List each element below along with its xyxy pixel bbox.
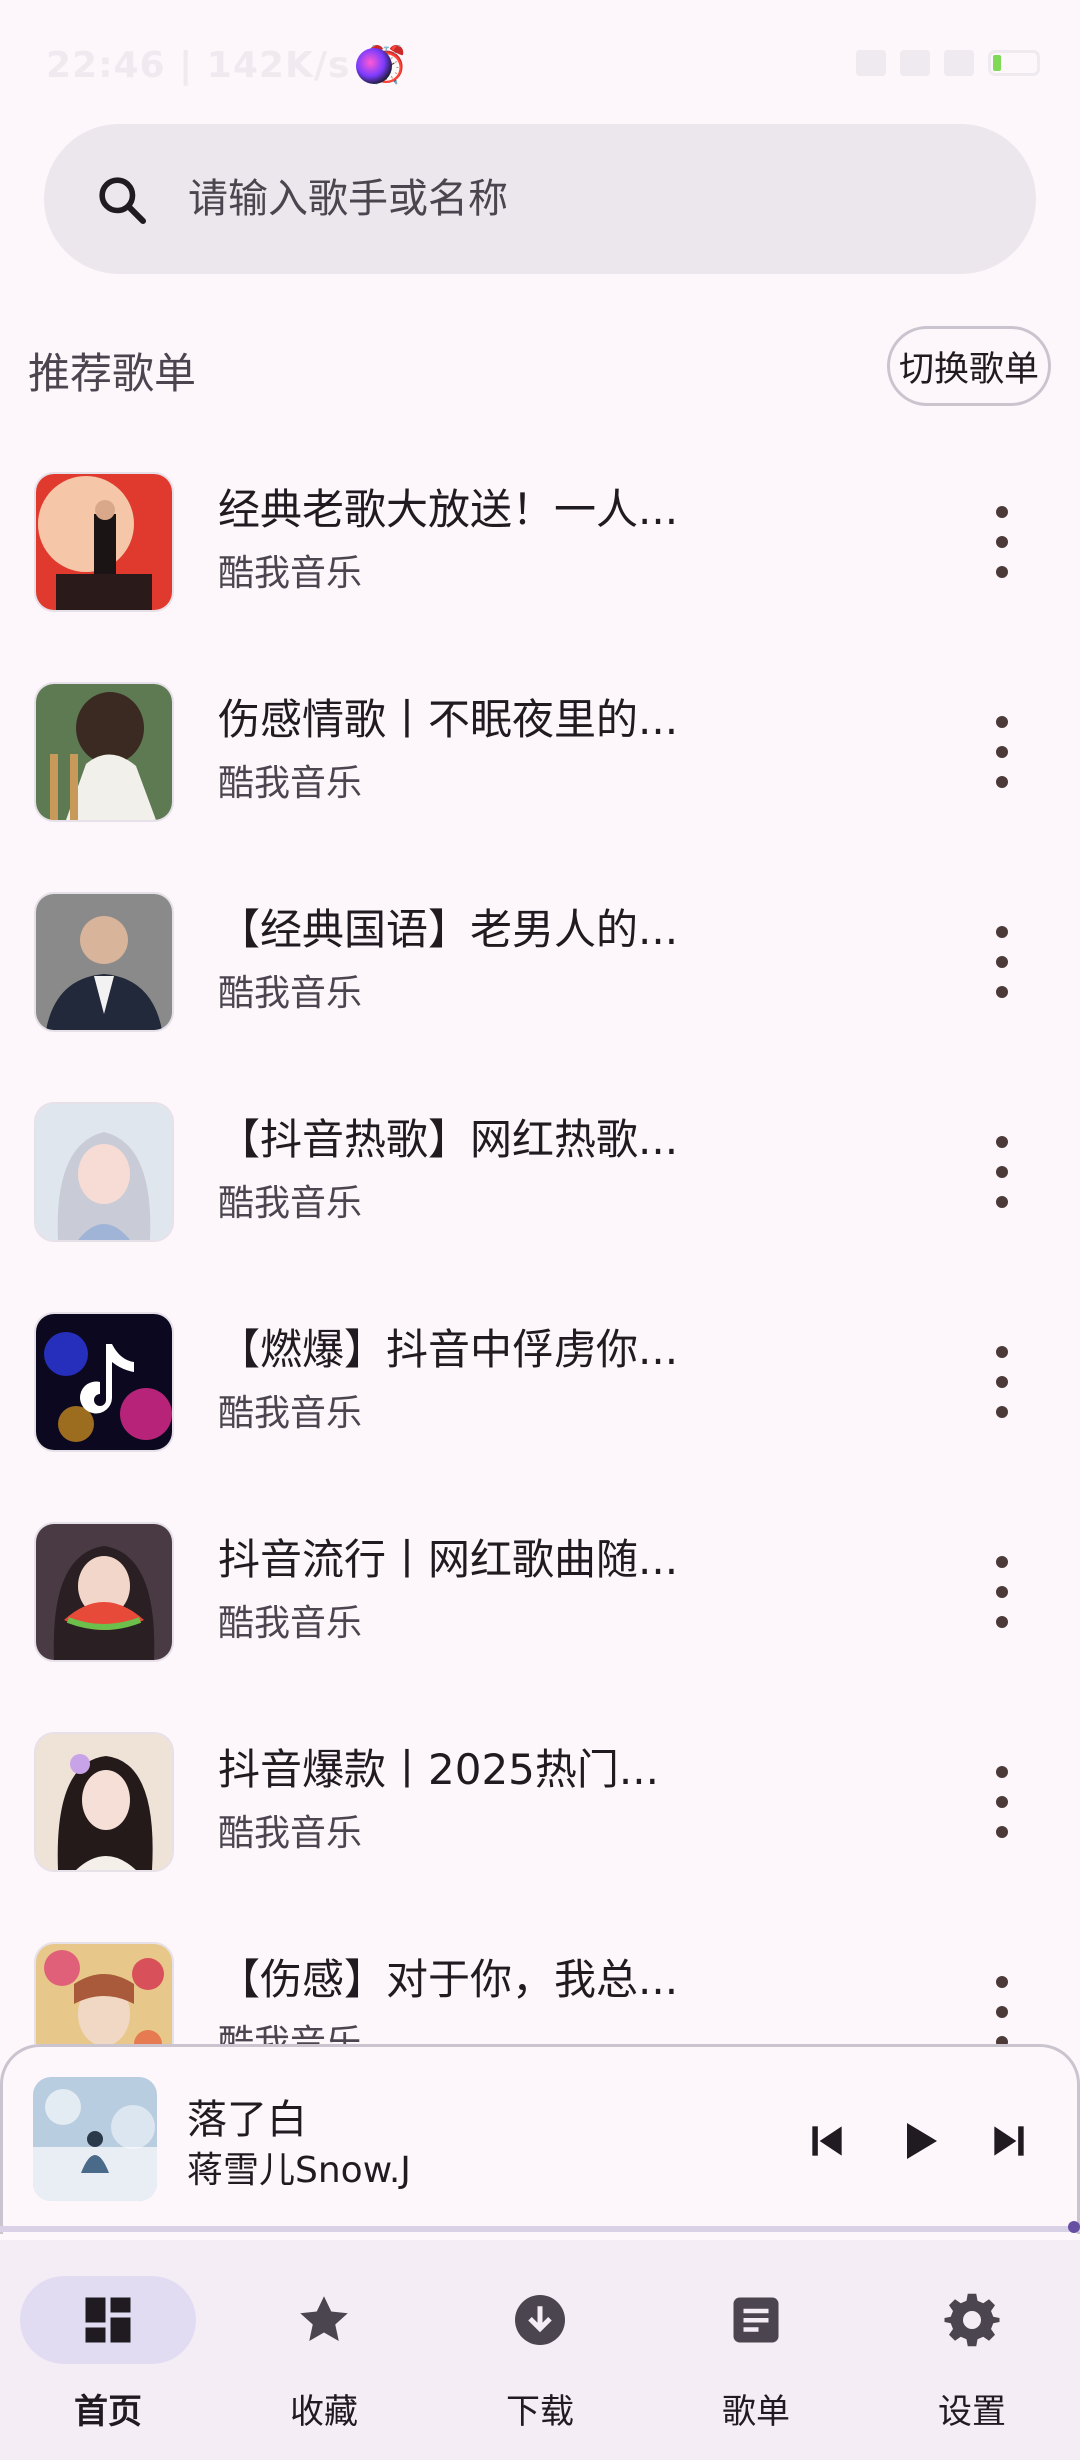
playlist-cover bbox=[36, 474, 172, 610]
playlist-cover bbox=[36, 1524, 172, 1660]
more-options-icon[interactable] bbox=[980, 1342, 1024, 1422]
playlist-title: 【伤感】对于你，我总... bbox=[218, 1955, 679, 2004]
song-title: 落了白 bbox=[187, 2097, 307, 2143]
more-options-icon[interactable] bbox=[980, 922, 1024, 1002]
playlist-subtitle: 酷我音乐 bbox=[218, 1813, 363, 1854]
playlist-subtitle: 酷我音乐 bbox=[218, 973, 363, 1014]
playlist-title: 抖音爆款丨2025热门... bbox=[218, 1745, 659, 1794]
nav-label: 首页 bbox=[74, 2392, 142, 2432]
playlist-row[interactable]: 【伤感】对于你，我总... 酷我音乐 bbox=[0, 1922, 1080, 2044]
playlist-title: 伤感情歌丨不眠夜里的... bbox=[218, 695, 679, 744]
playlist-row[interactable]: 经典老歌大放送！一人... 酷我音乐 bbox=[0, 452, 1080, 662]
battery-icon bbox=[988, 50, 1040, 76]
more-options-icon[interactable] bbox=[980, 1552, 1024, 1632]
status-bar: 22:46 | 142K/s ⏰ bbox=[0, 0, 1080, 130]
nav-item-download[interactable]: 下载 bbox=[432, 2276, 648, 2432]
playback-progress-track[interactable] bbox=[0, 2226, 1080, 2232]
playlist-title: 【燃爆】抖音中俘虏你... bbox=[218, 1325, 679, 1374]
playlist-title: 【经典国语】老男人的... bbox=[218, 905, 679, 954]
playlist-cover bbox=[36, 1944, 172, 2044]
list-icon bbox=[733, 2297, 779, 2343]
more-options-icon[interactable] bbox=[980, 1762, 1024, 1842]
nav-item-settings[interactable]: 设置 bbox=[864, 2276, 1080, 2432]
search-bar[interactable] bbox=[44, 124, 1036, 274]
playlist-row[interactable]: 伤感情歌丨不眠夜里的... 酷我音乐 bbox=[0, 662, 1080, 872]
playlist-title: 抖音流行丨网红歌曲随... bbox=[218, 1535, 679, 1584]
skip-previous-icon bbox=[812, 2126, 842, 2156]
playlist-subtitle: 酷我音乐 bbox=[218, 1603, 363, 1644]
playlist-cover bbox=[36, 894, 172, 1030]
nav-label: 收藏 bbox=[290, 2392, 358, 2432]
playlist-cover bbox=[36, 1104, 172, 1240]
playlist-subtitle: 酷我音乐 bbox=[218, 1183, 363, 1224]
now-playing-cover bbox=[33, 2077, 157, 2201]
star-icon bbox=[300, 2296, 348, 2341]
switch-playlist-button[interactable]: 切换歌单 bbox=[887, 326, 1051, 406]
app-notification-icon bbox=[356, 48, 392, 84]
playlist-title: 经典老歌大放送！一人... bbox=[218, 485, 679, 534]
dashboard-icon bbox=[85, 2297, 131, 2343]
playlist-row[interactable]: 【经典国语】老男人的... 酷我音乐 bbox=[0, 872, 1080, 1082]
search-icon bbox=[99, 177, 147, 225]
mini-player[interactable]: 落了白 蒋雪儿Snow.J bbox=[0, 2044, 1080, 2234]
nav-label: 歌单 bbox=[722, 2392, 790, 2432]
nav-label: 下载 bbox=[506, 2392, 574, 2432]
download-icon bbox=[515, 2295, 565, 2345]
playlist-cover bbox=[36, 1314, 172, 1450]
more-options-icon[interactable] bbox=[980, 502, 1024, 582]
playlist-title: 【抖音热歌】网红热歌... bbox=[218, 1115, 679, 1164]
song-artist: 蒋雪儿Snow.J bbox=[187, 2150, 411, 2191]
playlist-row[interactable]: 【抖音热歌】网红热歌... 酷我音乐 bbox=[0, 1082, 1080, 1292]
bottom-navigation: 首页 收藏 下载 歌单 设置 bbox=[0, 2240, 1080, 2460]
playlist-subtitle: 酷我音乐 bbox=[218, 1393, 363, 1434]
section-title: 推荐歌单 bbox=[28, 349, 197, 398]
status-icons bbox=[856, 50, 1040, 76]
playlist-row[interactable]: 抖音流行丨网红歌曲随... 酷我音乐 bbox=[0, 1502, 1080, 1712]
previous-button[interactable] bbox=[795, 2109, 859, 2173]
search-input[interactable] bbox=[188, 160, 988, 238]
nav-item-playlists[interactable]: 歌单 bbox=[648, 2276, 864, 2432]
more-options-icon[interactable] bbox=[980, 1132, 1024, 1212]
playlist-row[interactable]: 抖音爆款丨2025热门... 酷我音乐 bbox=[0, 1712, 1080, 1922]
more-options-icon[interactable] bbox=[980, 712, 1024, 792]
sim-icon bbox=[900, 50, 930, 76]
playlist-subtitle: 酷我音乐 bbox=[218, 763, 363, 804]
signal-icon bbox=[944, 50, 974, 76]
next-button[interactable] bbox=[977, 2109, 1041, 2173]
bluetooth-icon bbox=[856, 50, 886, 76]
playlist-subtitle: 酷我音乐 bbox=[218, 553, 363, 594]
skip-next-icon bbox=[994, 2126, 1024, 2156]
gear-icon bbox=[944, 2293, 1000, 2347]
nav-item-favorites[interactable]: 收藏 bbox=[216, 2276, 432, 2432]
play-button[interactable] bbox=[887, 2109, 951, 2173]
playback-progress-thumb[interactable] bbox=[1068, 2221, 1080, 2233]
playlist-subtitle: 酷我音乐 bbox=[218, 2023, 363, 2044]
nav-item-home[interactable]: 首页 bbox=[0, 2276, 216, 2432]
playlist-cover bbox=[36, 684, 172, 820]
nav-label: 设置 bbox=[938, 2392, 1006, 2432]
play-icon bbox=[907, 2123, 937, 2159]
playlist-cover bbox=[36, 1734, 172, 1870]
playlist-list[interactable]: 经典老歌大放送！一人... 酷我音乐 伤感情歌丨不眠夜里的... 酷我音乐 【经… bbox=[0, 452, 1080, 2044]
more-options-icon[interactable] bbox=[980, 1972, 1024, 2044]
playlist-row[interactable]: 【燃爆】抖音中俘虏你... 酷我音乐 bbox=[0, 1292, 1080, 1502]
